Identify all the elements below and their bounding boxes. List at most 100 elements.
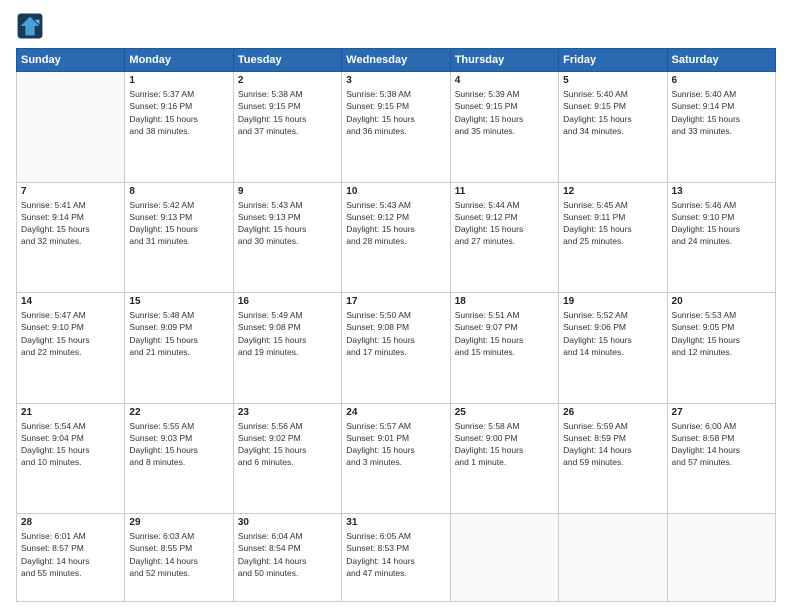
day-number: 30	[238, 517, 337, 528]
calendar-cell: 3 Sunrise: 5:38 AM Sunset: 9:15 PM Daylig…	[342, 72, 450, 183]
calendar-cell	[17, 72, 125, 183]
day-info: Sunrise: 5:53 AM Sunset: 9:05 PM Dayligh…	[672, 309, 771, 358]
day-info: Sunrise: 5:50 AM Sunset: 9:08 PM Dayligh…	[346, 309, 445, 358]
day-number: 28	[21, 517, 120, 528]
calendar-cell: 8 Sunrise: 5:42 AM Sunset: 9:13 PM Daylig…	[125, 182, 233, 293]
calendar-week-4: 21 Sunrise: 5:54 AM Sunset: 9:04 PM Dayli…	[17, 403, 776, 514]
day-number: 8	[129, 186, 228, 197]
day-info: Sunrise: 5:40 AM Sunset: 9:14 PM Dayligh…	[672, 88, 771, 137]
day-number: 7	[21, 186, 120, 197]
day-info: Sunrise: 5:51 AM Sunset: 9:07 PM Dayligh…	[455, 309, 554, 358]
day-info: Sunrise: 5:38 AM Sunset: 9:15 PM Dayligh…	[346, 88, 445, 137]
day-number: 17	[346, 296, 445, 307]
calendar-cell: 1 Sunrise: 5:37 AM Sunset: 9:16 PM Daylig…	[125, 72, 233, 183]
day-number: 5	[563, 75, 662, 86]
calendar-cell: 30 Sunrise: 6:04 AM Sunset: 8:54 PM Dayli…	[233, 514, 341, 602]
day-number: 16	[238, 296, 337, 307]
day-number: 23	[238, 407, 337, 418]
calendar-cell: 13 Sunrise: 5:46 AM Sunset: 9:10 PM Dayli…	[667, 182, 775, 293]
calendar-cell: 15 Sunrise: 5:48 AM Sunset: 9:09 PM Dayli…	[125, 293, 233, 404]
calendar-cell: 24 Sunrise: 5:57 AM Sunset: 9:01 PM Dayli…	[342, 403, 450, 514]
calendar-cell: 26Sunrise: 5:59 AM Sunset: 8:59 PM Dayli…	[559, 403, 667, 514]
day-number: 12	[563, 186, 662, 197]
header-tuesday: Tuesday	[233, 49, 341, 72]
day-info: Sunrise: 6:01 AM Sunset: 8:57 PM Dayligh…	[21, 530, 120, 579]
calendar-cell: 14Sunrise: 5:47 AM Sunset: 9:10 PM Dayli…	[17, 293, 125, 404]
calendar-week-2: 7 Sunrise: 5:41 AM Sunset: 9:14 PM Daylig…	[17, 182, 776, 293]
day-info: Sunrise: 5:38 AM Sunset: 9:15 PM Dayligh…	[238, 88, 337, 137]
calendar-cell: 4Sunrise: 5:39 AM Sunset: 9:15 PM Daylig…	[450, 72, 558, 183]
day-number: 15	[129, 296, 228, 307]
day-info: Sunrise: 5:57 AM Sunset: 9:01 PM Dayligh…	[346, 420, 445, 469]
logo-icon	[16, 12, 44, 40]
calendar-cell: 28 Sunrise: 6:01 AM Sunset: 8:57 PM Dayli…	[17, 514, 125, 602]
day-info: Sunrise: 5:41 AM Sunset: 9:14 PM Dayligh…	[21, 199, 120, 248]
day-info: Sunrise: 5:55 AM Sunset: 9:03 PM Dayligh…	[129, 420, 228, 469]
day-info: Sunrise: 6:00 AM Sunset: 8:58 PM Dayligh…	[672, 420, 771, 469]
header-monday: Monday	[125, 49, 233, 72]
calendar-cell: 17 Sunrise: 5:50 AM Sunset: 9:08 PM Dayli…	[342, 293, 450, 404]
calendar-cell: 9Sunrise: 5:43 AM Sunset: 9:13 PM Daylig…	[233, 182, 341, 293]
calendar-cell: 16 Sunrise: 5:49 AM Sunset: 9:08 PM Dayli…	[233, 293, 341, 404]
day-number: 6	[672, 75, 771, 86]
calendar-cell	[559, 514, 667, 602]
calendar-cell: 18 Sunrise: 5:51 AM Sunset: 9:07 PM Dayli…	[450, 293, 558, 404]
calendar-cell	[450, 514, 558, 602]
calendar-cell: 21 Sunrise: 5:54 AM Sunset: 9:04 PM Dayli…	[17, 403, 125, 514]
day-info: Sunrise: 5:49 AM Sunset: 9:08 PM Dayligh…	[238, 309, 337, 358]
calendar-week-5: 28 Sunrise: 6:01 AM Sunset: 8:57 PM Dayli…	[17, 514, 776, 602]
day-number: 22	[129, 407, 228, 418]
calendar-cell: 23 Sunrise: 5:56 AM Sunset: 9:02 PM Dayli…	[233, 403, 341, 514]
day-number: 1	[129, 75, 228, 86]
day-info: Sunrise: 5:39 AM Sunset: 9:15 PM Dayligh…	[455, 88, 554, 137]
day-info: Sunrise: 5:43 AM Sunset: 9:13 PM Dayligh…	[238, 199, 337, 248]
day-info: Sunrise: 5:42 AM Sunset: 9:13 PM Dayligh…	[129, 199, 228, 248]
day-info: Sunrise: 5:45 AM Sunset: 9:11 PM Dayligh…	[563, 199, 662, 248]
day-info: Sunrise: 5:40 AM Sunset: 9:15 PM Dayligh…	[563, 88, 662, 137]
day-info: Sunrise: 6:03 AM Sunset: 8:55 PM Dayligh…	[129, 530, 228, 579]
day-info: Sunrise: 5:58 AM Sunset: 9:00 PM Dayligh…	[455, 420, 554, 469]
day-number: 24	[346, 407, 445, 418]
day-number: 26	[563, 407, 662, 418]
day-number: 10	[346, 186, 445, 197]
calendar-cell: 6 Sunrise: 5:40 AM Sunset: 9:14 PM Daylig…	[667, 72, 775, 183]
day-number: 19	[563, 296, 662, 307]
day-number: 14	[21, 296, 120, 307]
header-wednesday: Wednesday	[342, 49, 450, 72]
calendar-cell: 10 Sunrise: 5:43 AM Sunset: 9:12 PM Dayli…	[342, 182, 450, 293]
calendar-cell: 19Sunrise: 5:52 AM Sunset: 9:06 PM Dayli…	[559, 293, 667, 404]
day-info: Sunrise: 5:54 AM Sunset: 9:04 PM Dayligh…	[21, 420, 120, 469]
day-number: 21	[21, 407, 120, 418]
day-info: Sunrise: 6:05 AM Sunset: 8:53 PM Dayligh…	[346, 530, 445, 579]
day-number: 3	[346, 75, 445, 86]
day-info: Sunrise: 5:56 AM Sunset: 9:02 PM Dayligh…	[238, 420, 337, 469]
calendar-cell: 29Sunrise: 6:03 AM Sunset: 8:55 PM Dayli…	[125, 514, 233, 602]
calendar-table: SundayMondayTuesdayWednesdayThursdayFrid…	[16, 48, 776, 602]
calendar-header-row: SundayMondayTuesdayWednesdayThursdayFrid…	[17, 49, 776, 72]
calendar-cell: 25 Sunrise: 5:58 AM Sunset: 9:00 PM Dayli…	[450, 403, 558, 514]
day-number: 13	[672, 186, 771, 197]
day-info: Sunrise: 6:04 AM Sunset: 8:54 PM Dayligh…	[238, 530, 337, 579]
calendar-week-1: 1 Sunrise: 5:37 AM Sunset: 9:16 PM Daylig…	[17, 72, 776, 183]
logo	[16, 12, 48, 40]
day-number: 18	[455, 296, 554, 307]
day-number: 2	[238, 75, 337, 86]
calendar-cell: 20 Sunrise: 5:53 AM Sunset: 9:05 PM Dayli…	[667, 293, 775, 404]
day-info: Sunrise: 5:43 AM Sunset: 9:12 PM Dayligh…	[346, 199, 445, 248]
day-info: Sunrise: 5:46 AM Sunset: 9:10 PM Dayligh…	[672, 199, 771, 248]
calendar-cell: 27Sunrise: 6:00 AM Sunset: 8:58 PM Dayli…	[667, 403, 775, 514]
calendar-cell: 12 Sunrise: 5:45 AM Sunset: 9:11 PM Dayli…	[559, 182, 667, 293]
day-number: 25	[455, 407, 554, 418]
header-friday: Friday	[559, 49, 667, 72]
day-info: Sunrise: 5:48 AM Sunset: 9:09 PM Dayligh…	[129, 309, 228, 358]
calendar-cell: 5 Sunrise: 5:40 AM Sunset: 9:15 PM Daylig…	[559, 72, 667, 183]
calendar-cell: 31Sunrise: 6:05 AM Sunset: 8:53 PM Dayli…	[342, 514, 450, 602]
calendar-cell: 2 Sunrise: 5:38 AM Sunset: 9:15 PM Daylig…	[233, 72, 341, 183]
day-number: 20	[672, 296, 771, 307]
calendar-cell	[667, 514, 775, 602]
calendar-cell: 7 Sunrise: 5:41 AM Sunset: 9:14 PM Daylig…	[17, 182, 125, 293]
calendar-cell: 11Sunrise: 5:44 AM Sunset: 9:12 PM Dayli…	[450, 182, 558, 293]
day-info: Sunrise: 5:37 AM Sunset: 9:16 PM Dayligh…	[129, 88, 228, 137]
header-sunday: Sunday	[17, 49, 125, 72]
day-info: Sunrise: 5:44 AM Sunset: 9:12 PM Dayligh…	[455, 199, 554, 248]
